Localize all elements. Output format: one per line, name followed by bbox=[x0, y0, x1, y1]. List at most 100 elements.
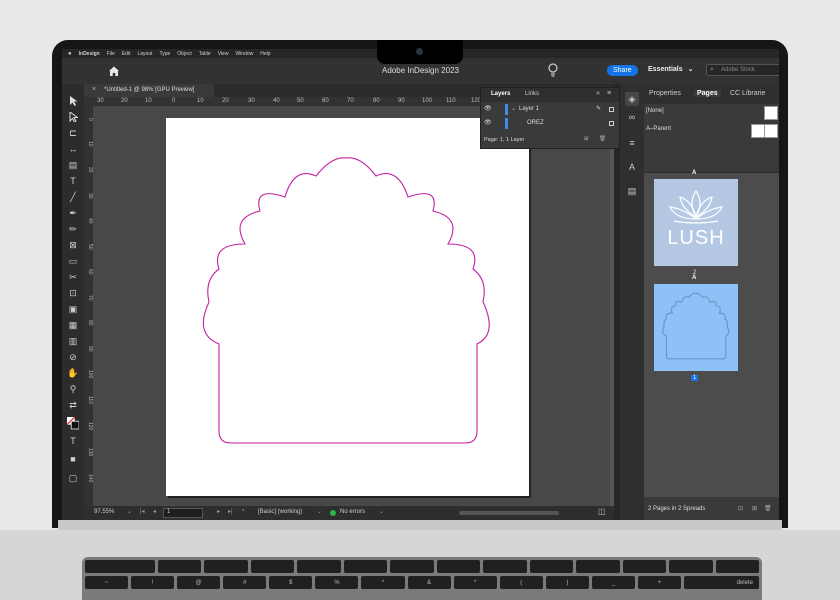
key[interactable] bbox=[204, 560, 248, 573]
pages-list[interactable]: A LUSH 2 A 1 bbox=[644, 170, 779, 497]
page-tool-icon[interactable]: ⊏ bbox=[67, 127, 79, 139]
layer-name[interactable]: Layer 1 bbox=[519, 106, 539, 112]
key[interactable]: ) bbox=[545, 576, 589, 589]
rectangle-frame-tool-icon[interactable]: ⊠ bbox=[67, 239, 79, 251]
master-none[interactable]: [None] bbox=[646, 108, 664, 114]
key[interactable]: _ bbox=[591, 576, 635, 589]
cc-libraries-icon[interactable]: ▤ bbox=[625, 184, 639, 198]
swap-fill-stroke-icon[interactable]: ⇄ bbox=[67, 399, 79, 411]
tab-pages[interactable]: Pages bbox=[694, 90, 721, 97]
previous-page-icon[interactable]: ◂ bbox=[153, 508, 156, 515]
menu-item-help[interactable]: Help bbox=[260, 51, 270, 57]
share-button[interactable]: Share bbox=[607, 65, 638, 76]
master-none-thumbnail[interactable] bbox=[764, 106, 778, 120]
content-collector-icon[interactable]: ▤ bbox=[67, 159, 79, 171]
type-tool-icon[interactable]: T bbox=[67, 175, 79, 187]
key[interactable]: ~ bbox=[85, 576, 129, 589]
layer-name[interactable]: OREZ bbox=[527, 120, 544, 126]
stroke-icon[interactable]: ≡ bbox=[625, 136, 639, 150]
menu-item-object[interactable]: Object bbox=[177, 51, 191, 57]
next-page-icon[interactable]: ▸ bbox=[217, 508, 220, 515]
key[interactable] bbox=[250, 560, 295, 573]
key[interactable]: ( bbox=[499, 576, 543, 589]
document-page[interactable] bbox=[166, 118, 529, 496]
new-page-icon[interactable]: ⊞ bbox=[752, 505, 757, 512]
page-number-field[interactable]: 1 bbox=[163, 508, 203, 518]
tab-cc-libraries[interactable]: CC Librarie bbox=[730, 90, 765, 97]
layers-icon[interactable]: ◈ bbox=[625, 92, 639, 106]
trash-icon[interactable]: 🗑 bbox=[764, 505, 772, 512]
line-tool-icon[interactable]: ╱ bbox=[67, 191, 79, 203]
key[interactable] bbox=[343, 560, 388, 573]
key[interactable] bbox=[297, 560, 341, 573]
eyedropper-tool-icon[interactable]: ⊘ bbox=[67, 351, 79, 363]
key[interactable]: $ bbox=[269, 576, 313, 589]
delete-key[interactable]: delete bbox=[684, 576, 759, 589]
tab-properties[interactable]: Properties bbox=[649, 90, 681, 97]
zoom-level[interactable]: 97.55% bbox=[94, 509, 114, 515]
pen-tool-icon[interactable]: ✒ bbox=[67, 207, 79, 219]
key[interactable] bbox=[483, 560, 527, 573]
key[interactable] bbox=[157, 560, 202, 573]
new-layer-icon[interactable]: ⊞ bbox=[584, 136, 589, 142]
menu-item-window[interactable]: Window bbox=[235, 51, 253, 57]
fill-stroke-swatch[interactable] bbox=[67, 416, 79, 430]
menu-item-edit[interactable]: Edit bbox=[122, 51, 131, 57]
key[interactable] bbox=[85, 560, 155, 573]
links-icon[interactable]: ∞ bbox=[625, 110, 639, 124]
page-label-selected[interactable]: 1 bbox=[691, 375, 699, 381]
master-a-parent[interactable]: A–Parent bbox=[646, 126, 671, 132]
eye-icon[interactable]: 👁 bbox=[484, 119, 492, 126]
key[interactable] bbox=[669, 560, 713, 573]
character-styles-icon[interactable]: A bbox=[625, 160, 639, 174]
horizontal-scrollbar[interactable] bbox=[459, 511, 559, 515]
workspace-switcher[interactable]: Essentials ⌄ bbox=[648, 65, 693, 73]
key[interactable]: & bbox=[407, 576, 451, 589]
key[interactable]: # bbox=[223, 576, 267, 589]
page-size-icon[interactable]: ⊡ bbox=[738, 505, 743, 512]
note-tool-icon[interactable]: ▥ bbox=[67, 335, 79, 347]
rectangle-tool-icon[interactable]: ▭ bbox=[67, 255, 79, 267]
key[interactable]: @ bbox=[177, 576, 221, 589]
panel-menu-icon[interactable]: ≡ bbox=[607, 90, 611, 97]
key[interactable] bbox=[529, 560, 574, 573]
working-style[interactable]: [Basic] (working) bbox=[258, 509, 302, 515]
menu-item-table[interactable]: Table bbox=[199, 51, 211, 57]
chevron-down-icon[interactable]: ⌄ bbox=[379, 508, 384, 515]
pasteboard[interactable] bbox=[93, 106, 614, 509]
document-tab[interactable]: × *Untitled-1 @ 98% [GPU Preview] bbox=[84, 84, 214, 97]
page-1-thumbnail[interactable] bbox=[654, 284, 738, 371]
panel-toggle-icon[interactable]: ◫ bbox=[598, 507, 606, 516]
key[interactable]: ^ bbox=[361, 576, 405, 589]
menu-item-file[interactable]: File bbox=[107, 51, 115, 57]
chevron-down-icon[interactable]: ⌄ bbox=[127, 508, 132, 515]
sync-icon[interactable]: ◔ bbox=[241, 508, 245, 514]
key[interactable] bbox=[436, 560, 481, 573]
key[interactable]: ! bbox=[131, 576, 175, 589]
tab-layers[interactable]: Layers bbox=[491, 91, 510, 97]
gap-tool-icon[interactable]: ↔ bbox=[67, 143, 79, 155]
selection-square-icon[interactable] bbox=[609, 107, 614, 112]
cake-box-outline-shape[interactable] bbox=[166, 118, 529, 496]
close-icon[interactable]: × bbox=[92, 86, 96, 93]
stock-search-input[interactable]: ⌕ Adobe Stock bbox=[706, 64, 779, 76]
key[interactable] bbox=[715, 560, 760, 573]
scissors-tool-icon[interactable]: ✂ bbox=[67, 271, 79, 283]
chevron-down-icon[interactable]: ⌄ bbox=[317, 508, 322, 515]
trash-icon[interactable]: 🗑 bbox=[599, 136, 606, 142]
menu-item-view[interactable]: View bbox=[218, 51, 229, 57]
menu-item-type[interactable]: Type bbox=[159, 51, 170, 57]
key[interactable]: * bbox=[453, 576, 497, 589]
lightbulb-icon[interactable] bbox=[546, 62, 560, 78]
key[interactable]: % bbox=[315, 576, 359, 589]
layer-row[interactable]: 👁 OREZ bbox=[481, 118, 619, 130]
preflight-status-text[interactable]: No errors bbox=[340, 509, 365, 515]
layer-row[interactable]: 👁 ⌄ Layer 1 ✎ bbox=[481, 104, 619, 116]
pencil-tool-icon[interactable]: ✏ bbox=[67, 223, 79, 235]
free-transform-tool-icon[interactable]: ⊡ bbox=[67, 287, 79, 299]
selection-tool-icon[interactable] bbox=[67, 95, 79, 107]
apply-color-icon[interactable]: ■ bbox=[67, 453, 79, 465]
first-page-icon[interactable]: |◂ bbox=[140, 508, 145, 515]
apple-icon[interactable]: ● bbox=[68, 51, 72, 57]
hand-tool-icon[interactable]: ✋ bbox=[67, 367, 79, 379]
